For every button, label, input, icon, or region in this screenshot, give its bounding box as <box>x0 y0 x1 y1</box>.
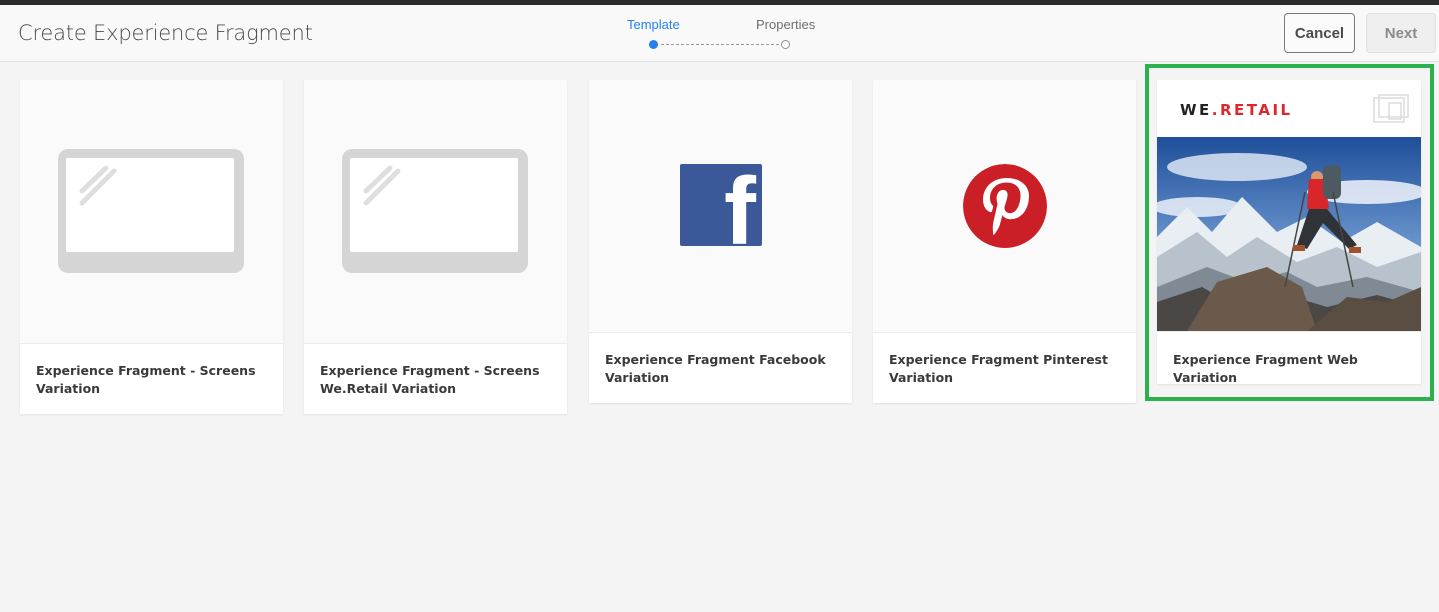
screen-placeholder-icon <box>342 149 528 273</box>
next-button[interactable]: Next <box>1366 13 1436 53</box>
card-thumbnail <box>20 80 283 344</box>
cancel-button[interactable]: Cancel <box>1284 13 1355 53</box>
page-title: Create Experience Fragment <box>18 21 313 45</box>
step-properties-indicator <box>781 40 790 49</box>
template-card-pinterest[interactable]: Experience Fragment Pinterest Variation <box>873 80 1136 403</box>
card-title: Experience Fragment Pinterest Variation <box>889 352 1108 385</box>
card-thumbnail <box>873 80 1136 333</box>
card-thumbnail <box>304 80 567 344</box>
selected-card-highlight <box>1145 64 1434 401</box>
template-card-screens-weretail[interactable]: Experience Fragment - Screens We.Retail … <box>304 80 567 414</box>
step-template-label[interactable]: Template <box>627 17 680 32</box>
step-progress-line <box>661 44 779 45</box>
step-properties-label[interactable]: Properties <box>756 17 815 32</box>
card-title: Experience Fragment - Screens We.Retail … <box>320 363 540 396</box>
template-card-facebook[interactable]: f Experience Fragment Facebook Variation <box>589 80 852 403</box>
card-title: Experience Fragment Facebook Variation <box>605 352 826 385</box>
wizard-header: Create Experience Fragment Template Prop… <box>0 5 1439 62</box>
card-thumbnail: f <box>589 80 852 333</box>
card-title: Experience Fragment - Screens Variation <box>36 363 256 396</box>
screen-placeholder-icon <box>58 149 244 273</box>
facebook-icon: f <box>680 164 762 246</box>
template-card-screens[interactable]: Experience Fragment - Screens Variation <box>20 80 283 414</box>
wizard-steps: Template Properties <box>600 5 860 62</box>
step-template-indicator <box>649 40 658 49</box>
pinterest-icon <box>963 164 1047 248</box>
